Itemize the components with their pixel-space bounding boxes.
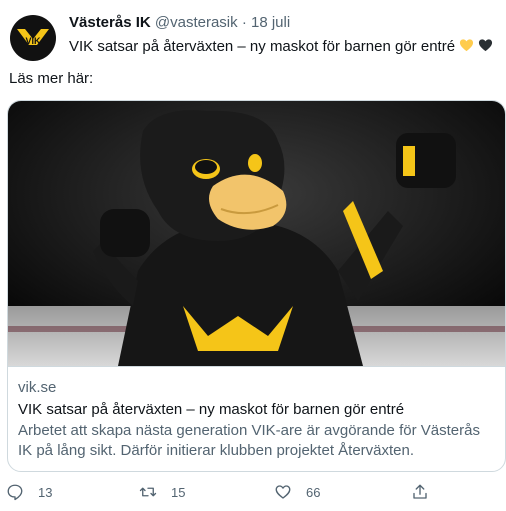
retweet-count: 15: [171, 484, 186, 500]
separator: ·: [241, 14, 247, 31]
retweet-button[interactable]: 15: [139, 483, 185, 501]
share-icon: [413, 484, 427, 499]
retweet-icon: [139, 487, 157, 497]
display-name[interactable]: Västerås IK: [69, 14, 151, 31]
reply-count: 13: [38, 484, 53, 500]
heart-icon: [275, 485, 291, 499]
like-count: 66: [306, 484, 321, 500]
tweet-date[interactable]: 18 juli: [251, 14, 290, 31]
black-heart-icon: [479, 39, 493, 52]
card-image[interactable]: [8, 101, 505, 366]
avatar[interactable]: VIK: [10, 15, 56, 61]
tweet-text: VIK satsar på återväxten – ny maskot för…: [69, 38, 493, 55]
card-body: vik.se VIK satsar på återväxten – ny mas…: [8, 366, 505, 461]
tweet-header: Västerås IK @vasterasik · 18 juli: [69, 14, 290, 31]
read-more-text: Läs mer här:: [9, 70, 94, 87]
tweet-actions: 13 15 66: [0, 483, 506, 507]
vik-logo-icon: VIK: [17, 29, 49, 46]
card-domain: vik.se: [18, 379, 57, 396]
mascot-image: [8, 101, 505, 366]
card-description: Arbetet att skapa nästa generation VIK-a…: [18, 422, 480, 459]
share-button[interactable]: [411, 483, 429, 501]
reply-button[interactable]: 13: [6, 483, 52, 501]
like-button[interactable]: 66: [274, 483, 320, 501]
link-card[interactable]: vik.se VIK satsar på återväxten – ny mas…: [7, 100, 506, 472]
avatar-logo-text: VIK: [25, 36, 41, 46]
card-title: VIK satsar på återväxten – ny maskot för…: [18, 401, 405, 418]
yellow-heart-icon: [460, 39, 474, 52]
handle[interactable]: @vasterasik: [155, 14, 238, 31]
reply-icon: [7, 484, 23, 501]
tweet-body: VIK satsar på återväxten – ny maskot för…: [69, 38, 456, 55]
